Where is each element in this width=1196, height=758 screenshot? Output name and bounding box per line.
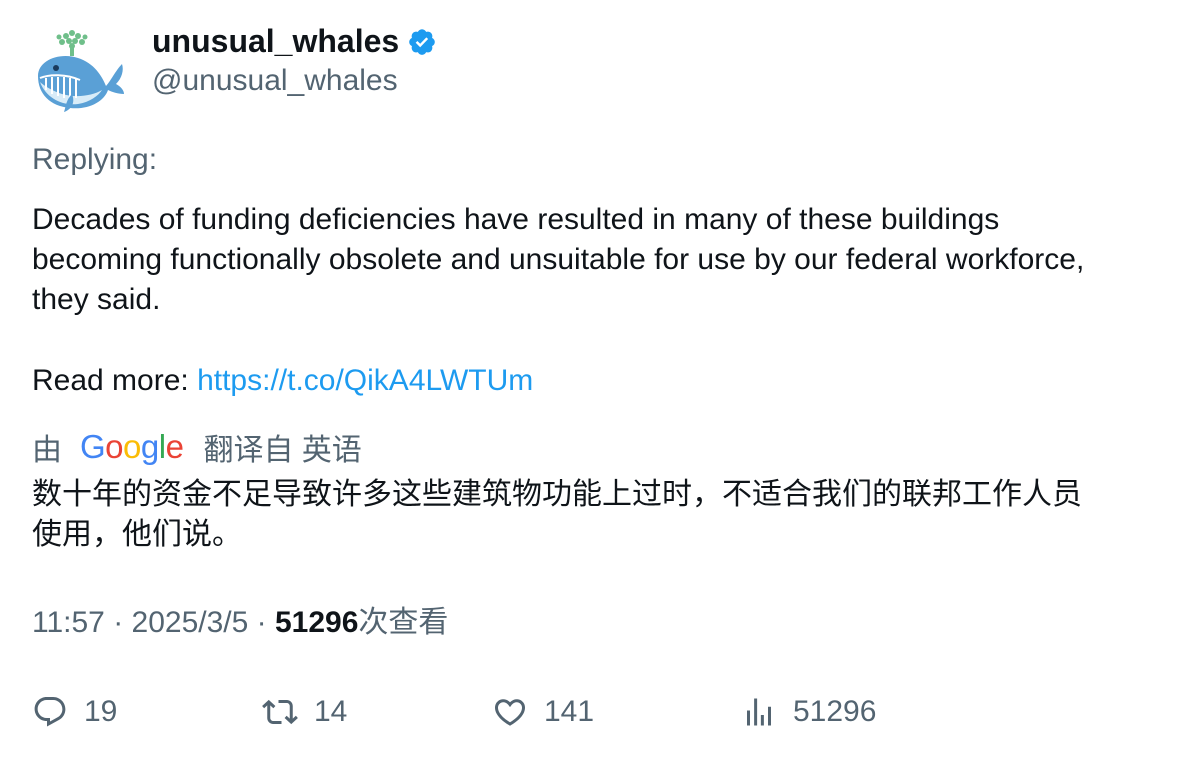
translated-text-line: 使用，他们说。 (32, 518, 242, 551)
google-logo-letter: o (105, 428, 124, 465)
tweet-text-line: becoming functionally obsolete and unsui… (32, 243, 1085, 276)
heart-icon (494, 699, 526, 726)
google-logo-letter: G (80, 428, 106, 465)
tweet-text-line: they said. (32, 283, 161, 316)
tweet-text: Decades of funding deficiencies have res… (32, 200, 1172, 320)
translation-prefix: 由 (32, 434, 62, 467)
replying-label: Replying: (32, 143, 158, 176)
read-more-row: Read more: https://t.co/QikA4LWTUm (32, 361, 533, 401)
meta-separator: · (248, 606, 275, 639)
tweet-time[interactable]: 11:57 (32, 606, 105, 639)
translated-text-line: 数十年的资金不足导致许多这些建筑物功能上过时，不适合我们的联邦工作人员 (32, 478, 1082, 511)
reply-count: 19 (84, 695, 118, 728)
translated-text: 数十年的资金不足导致许多这些建筑物功能上过时，不适合我们的联邦工作人员 使用，他… (32, 475, 1172, 555)
analytics-icon (747, 698, 771, 726)
author-name[interactable]: unusual_whales (152, 22, 399, 60)
tweet-link[interactable]: https://t.co/QikA4LWTUm (197, 364, 533, 397)
verified-badge-icon (409, 29, 435, 55)
retweet-icon (262, 699, 298, 725)
retweet-button[interactable]: 14 (262, 690, 347, 734)
read-more-label: Read more: (32, 364, 198, 397)
views-action-count: 51296 (793, 695, 877, 728)
reply-button[interactable]: 19 (32, 690, 117, 734)
like-count: 141 (544, 695, 595, 728)
translation-suffix: 翻译自 英语 (203, 434, 362, 467)
tweet-meta: 11:57 · 2025/3/5 · 51296次查看 (32, 603, 448, 643)
tweet-date[interactable]: 2025/3/5 (132, 606, 249, 639)
google-logo-letter: o (123, 428, 141, 465)
avatar[interactable] (32, 24, 126, 118)
translation-attribution[interactable]: 由 Google 翻译自 英语 (32, 427, 362, 467)
action-bar: 19 14 141 51296 (0, 690, 1196, 734)
google-logo-letter: e (165, 428, 184, 465)
views-button[interactable]: 51296 (741, 690, 876, 734)
google-logo-letter: l (158, 428, 166, 465)
author-handle[interactable]: @unusual_whales (152, 62, 398, 100)
views-count: 51296 (274, 606, 359, 639)
views-label: 次查看 (358, 606, 449, 639)
meta-separator: · (104, 606, 132, 639)
google-logo-letter: g (140, 428, 159, 465)
tweet-text-line: Decades of funding deficiencies have res… (32, 203, 1000, 236)
whale-logo-icon (38, 30, 124, 112)
google-logo: Google (80, 428, 184, 466)
author-name-row[interactable]: unusual_whales (152, 22, 437, 60)
tweet-card: unusual_whales @unusual_whales Replying:… (0, 0, 1196, 758)
reply-icon (34, 697, 66, 727)
retweet-count: 14 (314, 695, 348, 728)
like-button[interactable]: 141 (492, 690, 594, 734)
